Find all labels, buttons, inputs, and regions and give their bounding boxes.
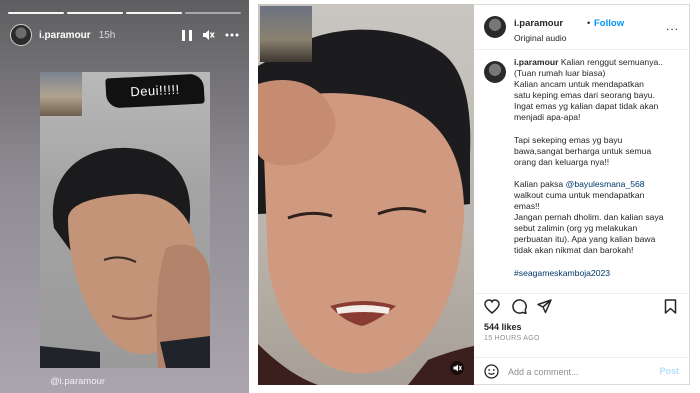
follow-button[interactable]: Follow [594, 18, 624, 29]
story-face-image [40, 147, 210, 368]
story-avatar[interactable] [10, 24, 32, 46]
volume-icon[interactable] [450, 361, 464, 380]
header-divider [474, 49, 689, 50]
post-actions [484, 299, 679, 319]
story-watermark: @i.paramour [50, 376, 106, 387]
comment-bar: Post [474, 357, 689, 386]
story-text-sticker: Deui!!!!! [105, 73, 205, 109]
caption-line: Kalian ancam untuk mendapatkan [514, 79, 644, 90]
comment-input[interactable] [508, 364, 648, 380]
bookmark-icon[interactable] [664, 299, 677, 319]
actions-divider [474, 293, 689, 294]
caption-line: walkout cuma untuk mendapatkan [514, 189, 645, 200]
separator-dot: • [587, 18, 591, 29]
heart-icon[interactable] [484, 299, 500, 319]
story-progress-segment [126, 12, 182, 14]
post-details: i.paramour • Follow Original audio ... i… [474, 4, 690, 385]
caption-line: Ingat emas yg kalian dapat tidak akan [514, 101, 659, 112]
caption-line: tidak akan nikmat dan barokah! [514, 245, 634, 256]
share-icon[interactable] [537, 299, 552, 319]
story-progress-segment [8, 12, 64, 14]
hashtag-link[interactable]: #seagameskamboja2023 [514, 268, 684, 279]
story-controls [182, 29, 239, 41]
caption-avatar[interactable] [484, 61, 506, 83]
caption-line: Tapi sekeping emas yg bayu [514, 134, 623, 145]
story-media[interactable]: Deui!!!!! [40, 72, 210, 368]
video-inset-call [260, 6, 312, 62]
emoji-icon[interactable] [484, 364, 499, 384]
post-timestamp: 15 HOURS AGO [484, 335, 540, 342]
caption-line: emas!! [514, 201, 540, 212]
post-video[interactable] [258, 4, 474, 385]
caption-line: orang dan keluarga nya!! [514, 156, 610, 167]
story-viewer: i.paramour 15h Deui!!!!! @i.paramour [0, 0, 249, 393]
like-count[interactable]: 544 likes [484, 322, 522, 332]
story-username[interactable]: i.paramour [39, 30, 91, 41]
post-author-username[interactable]: i.paramour [514, 18, 563, 29]
story-progress [8, 12, 241, 14]
more-options-icon[interactable]: ... [666, 19, 679, 33]
caption-username[interactable]: i.paramour [514, 57, 558, 67]
caption-line: perbuatan itu). Apa yang kalian bawa [514, 234, 656, 245]
caption-line: Kalian renggut semuanya.. [560, 57, 664, 67]
story-progress-segment [67, 12, 123, 14]
caption-line: menjadi apa-apa! [514, 112, 581, 123]
caption-line: Kalian paksa [514, 178, 566, 189]
caption-line: Jangan pernah dholim. dan kalian saya [514, 212, 664, 223]
more-options-icon[interactable] [225, 33, 239, 37]
mute-icon[interactable] [202, 29, 215, 41]
post-caption: i.paramour Kalian renggut semuanya.. (Tu… [514, 57, 684, 279]
story-progress-segment [185, 12, 241, 14]
caption-line: sebut zalimin (org yg melakukan [514, 223, 638, 234]
caption-line: bawa,sangat berharga untuk semua [514, 145, 652, 156]
story-header: i.paramour 15h [10, 22, 239, 48]
story-timestamp: 15h [98, 29, 116, 41]
caption-line: satu keping emas dari seorang bayu. [514, 90, 655, 101]
post-comment-button[interactable]: Post [659, 366, 679, 376]
caption-line: (Tuan rumah luar biasa) [514, 68, 606, 79]
audio-label[interactable]: Original audio [514, 33, 566, 43]
pause-icon[interactable] [182, 29, 192, 41]
post-header: i.paramour • Follow Original audio ... [484, 11, 681, 45]
user-mention-link[interactable]: @bayulesmana_568 [566, 179, 645, 189]
post-author-avatar[interactable] [484, 16, 506, 38]
story-inset-video [40, 72, 82, 116]
comment-icon[interactable] [511, 299, 527, 319]
